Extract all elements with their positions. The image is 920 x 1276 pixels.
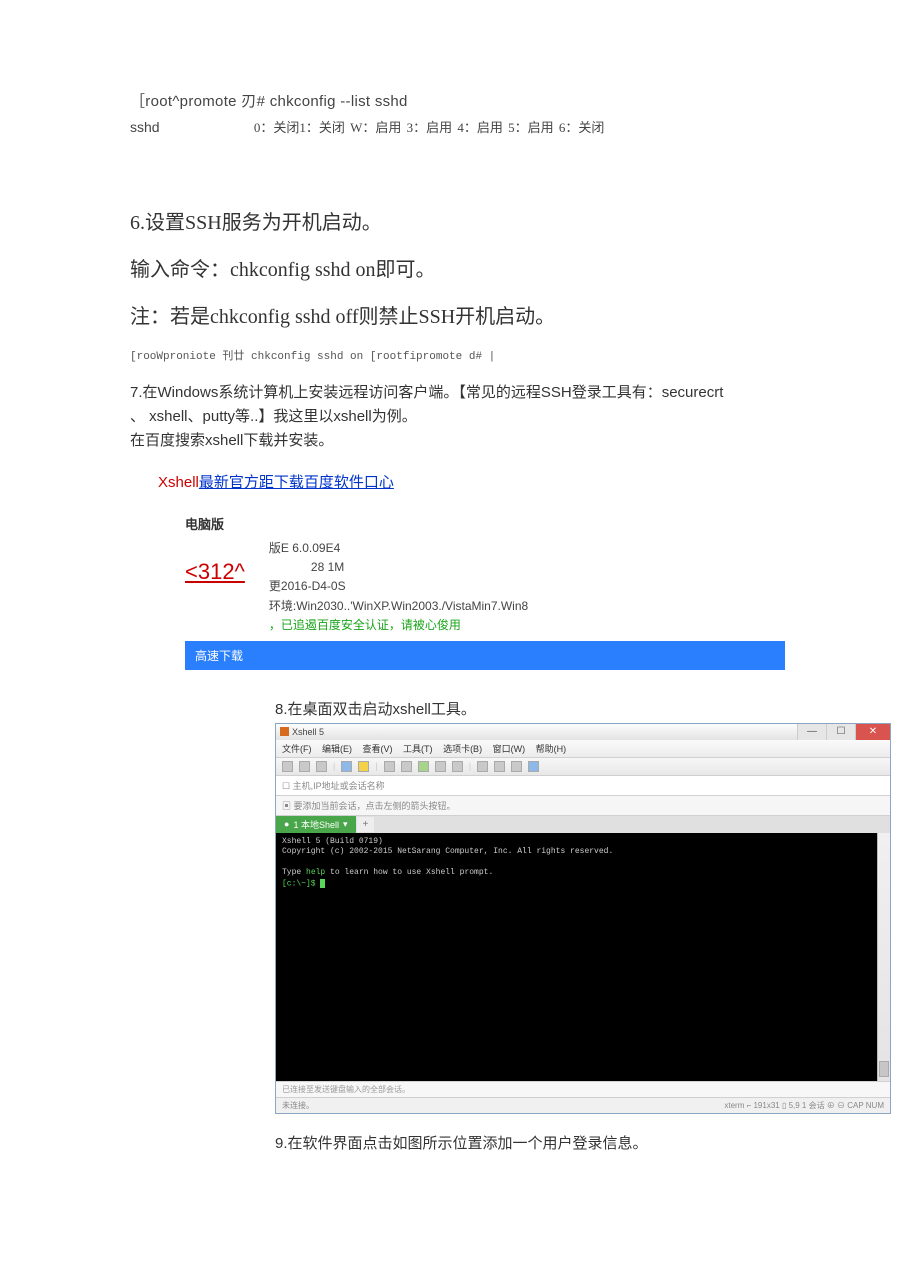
menu-tabs[interactable]: 选项卡(B) — [443, 744, 482, 754]
status-line-1: 已连接至发送键盘输入的全部会话。 — [276, 1081, 890, 1097]
step6-p2: 注：若是chkconfig sshd off则禁止SSH开机启动。 — [130, 300, 790, 329]
tb-save-icon[interactable] — [316, 761, 327, 772]
tb-color-icon[interactable] — [452, 761, 463, 772]
term-prompt: [c:\~]$ — [282, 879, 884, 890]
meta-version: 版E 6.0.09E4 — [269, 539, 528, 558]
cursor-icon — [320, 879, 325, 888]
tb-misc3-icon[interactable] — [511, 761, 522, 772]
scrollbar[interactable] — [877, 833, 890, 1081]
tb-font-icon[interactable] — [435, 761, 446, 772]
step7-paragraph: 7.在Windows系统计算机上安装远程访问客户端。【常见的远程SSH登录工具有… — [130, 381, 790, 453]
menu-edit[interactable]: 编辑(E) — [322, 744, 352, 754]
app-icon — [280, 727, 289, 736]
term-banner-2: Copyright (c) 2002-2015 NetSarang Comput… — [282, 847, 884, 857]
term-banner-1: Xshell 5 (Build 0719) — [282, 837, 884, 847]
window-title: Xshell 5 — [292, 727, 324, 737]
maximize-button[interactable]: ☐ — [826, 724, 855, 740]
status-details: xterm ⌐ 191x31 ▯ 5,9 1 会话 ⊕ ⊖ CAP NUM — [724, 1100, 884, 1111]
status-line-2: 未连接。 xterm ⌐ 191x31 ▯ 5,9 1 会话 ⊕ ⊖ CAP N… — [276, 1097, 890, 1113]
download-info-box: <312^ 版E 6.0.09E4 28 1M 更2016-D4-0S 环境:W… — [185, 539, 790, 635]
tb-misc1-icon[interactable] — [477, 761, 488, 772]
menu-help[interactable]: 帮助(H) — [536, 744, 567, 754]
meta-size: 28 1M — [269, 558, 528, 577]
meta-cert: ，已追遏百度安全认证，请被心俊用 — [269, 616, 528, 635]
menu-file[interactable]: 文件(F) — [282, 744, 312, 754]
download-icon: <312^ — [185, 559, 245, 585]
xshell-link-red: Xshell — [158, 474, 199, 491]
tb-help-icon[interactable] — [528, 761, 539, 772]
tb-find-icon[interactable] — [418, 761, 429, 772]
step7-l1: 7.在Windows系统计算机上安装远程访问客户端。【常见的远程SSH登录工具有… — [130, 384, 723, 401]
sshd-label: sshd — [130, 119, 160, 135]
xshell-window: Xshell 5 — ☐ ✕ 文件(F) 编辑(E) 查看(V) 工具(T) 选… — [275, 723, 891, 1114]
step6-code: [rooWproniote 刊廿 chkconfig sshd on [root… — [130, 347, 790, 363]
tb-paste-icon[interactable] — [401, 761, 412, 772]
window-titlebar: Xshell 5 — ☐ ✕ — [276, 724, 890, 740]
menu-bar[interactable]: 文件(F) 编辑(E) 查看(V) 工具(T) 选项卡(B) 窗口(W) 帮助(… — [276, 740, 890, 758]
terminal-output-line2: sshd 0：关闭1：关闭 W：启用 3：启用 4：启用 5：启用 6：关闭 — [130, 117, 790, 136]
step6-p1: 输入命令：chkconfig sshd on即可。 — [130, 253, 790, 282]
menu-tools[interactable]: 工具(T) — [403, 744, 433, 754]
step7-l3: 在百度搜索xshell下载并安装。 — [130, 432, 333, 449]
tab-label: 1 本地Shell — [293, 818, 339, 831]
terminal-pane[interactable]: Xshell 5 (Build 0719) Copyright (c) 2002… — [276, 833, 890, 1081]
meta-env: 环境:Win2030..'WinXP.Win2003./VistaMin7.Wi… — [269, 597, 528, 616]
tb-copy-icon[interactable] — [384, 761, 395, 772]
minimize-button[interactable]: — — [797, 724, 826, 740]
terminal-output-line1: ［root^promote 刃# chkconfig --list sshd — [130, 90, 790, 111]
step6-title: 6.设置SSH服务为开机启动。 — [130, 206, 790, 235]
menu-window[interactable]: 窗口(W) — [493, 744, 526, 754]
tb-misc2-icon[interactable] — [494, 761, 505, 772]
scrollbar-thumb[interactable] — [879, 1061, 889, 1077]
term-help-line: Type help to learn how to use Xshell pro… — [282, 868, 884, 878]
tb-reconnect-icon[interactable] — [341, 761, 352, 772]
sshd-levels: 0：关闭1：关闭 W：启用 3：启用 4：启用 5：启用 6：关闭 — [254, 120, 605, 135]
tab-local-shell[interactable]: ● 1 本地Shell ▾ — [276, 816, 356, 833]
menu-view[interactable]: 查看(V) — [363, 744, 393, 754]
address-placeholder: 主机,IP地址或会话名称 — [293, 781, 385, 791]
step9-title: 9.在软件界面点击如图所示位置添加一个用户登录信息。 — [275, 1132, 790, 1153]
tb-new-icon[interactable] — [282, 761, 293, 772]
step7-l2: 、 xshell、putty等..】我这里以xshell为例。 — [130, 408, 417, 425]
close-button[interactable]: ✕ — [855, 724, 890, 740]
pc-version-label: 电脑版 — [185, 514, 790, 533]
xshell-link-blue: 最新官方距下载百度软件口心 — [199, 474, 394, 491]
tb-properties-icon[interactable] — [358, 761, 369, 772]
quick-command-hint: 要添加当前会话，点击左侧的箭头按钮。 — [294, 801, 456, 811]
xshell-download-link[interactable]: Xshell最新官方距下载百度软件口心 — [158, 471, 790, 492]
status-connection: 未连接。 — [282, 1100, 314, 1111]
tb-open-icon[interactable] — [299, 761, 310, 772]
tab-bar: ● 1 本地Shell ▾ + — [276, 816, 890, 833]
meta-date: 更2016-D4-0S — [269, 577, 528, 596]
step8-title: 8.在桌面双击启动xshell工具。 — [275, 698, 790, 719]
download-meta: 版E 6.0.09E4 28 1M 更2016-D4-0S 环境:Win2030… — [269, 539, 528, 635]
quick-command-bar[interactable]: ▣ 要添加当前会话，点击左侧的箭头按钮。 — [276, 796, 890, 816]
tab-add-button[interactable]: + — [357, 817, 375, 832]
address-bar[interactable]: ☐ 主机,IP地址或会话名称 — [276, 776, 890, 796]
toolbar[interactable]: | | | — [276, 758, 890, 776]
download-button[interactable]: 高速下载 — [185, 641, 785, 670]
